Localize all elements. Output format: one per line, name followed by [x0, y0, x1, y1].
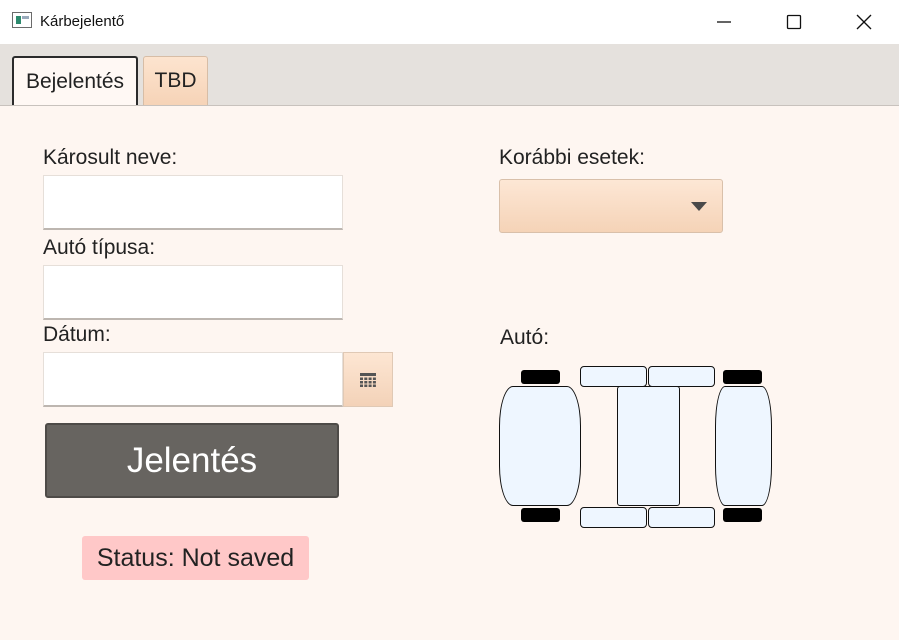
car-part-front[interactable] [499, 386, 581, 506]
chevron-down-icon [691, 202, 707, 211]
car-diagram [496, 360, 776, 532]
car-part-front-left-door[interactable] [580, 366, 647, 387]
tab-bejelentes[interactable]: Bejelentés [12, 56, 138, 105]
rear-right-tire[interactable] [723, 508, 762, 522]
close-button[interactable] [829, 0, 899, 44]
date-input[interactable] [43, 352, 343, 407]
car-part-rear-right-door[interactable] [648, 507, 715, 528]
rear-left-tire[interactable] [723, 370, 762, 384]
close-icon [856, 14, 872, 30]
tab-label: Bejelentés [25, 69, 125, 93]
previous-cases-label: Korábbi esetek: [499, 146, 645, 169]
submit-report-label: Jelentés [126, 440, 258, 480]
minimize-button[interactable] [689, 0, 759, 44]
maximize-button[interactable] [759, 0, 829, 44]
tab-tbd[interactable]: TBD [143, 56, 208, 105]
submit-report-button[interactable]: Jelentés [45, 423, 339, 498]
previous-cases-dropdown[interactable] [499, 179, 723, 233]
tab-label: TBD [154, 69, 197, 92]
car-type-input[interactable] [43, 265, 343, 320]
maximize-icon [786, 14, 802, 30]
name-input[interactable] [43, 175, 343, 230]
car-type-label: Autó típusa: [43, 236, 156, 259]
car-part-hood[interactable] [617, 386, 680, 506]
calendar-icon [360, 372, 376, 387]
minimize-icon [717, 21, 731, 23]
date-picker-button[interactable] [343, 352, 393, 407]
front-right-tire[interactable] [521, 508, 560, 522]
app-window-icon [12, 12, 32, 28]
car-part-front-right-door[interactable] [580, 507, 647, 528]
tab-bar: Bejelentés TBD [0, 44, 899, 106]
title-bar: Kárbejelentő [0, 0, 899, 44]
car-part-rear[interactable] [715, 386, 772, 506]
name-label: Károsult neve: [43, 146, 178, 169]
window-title: Kárbejelentő [40, 13, 125, 30]
status-badge: Status: Not saved [82, 536, 309, 580]
status-text: Status: Not saved [96, 543, 295, 572]
car-diagram-label: Autó: [500, 326, 550, 349]
front-left-tire[interactable] [521, 370, 560, 384]
date-label: Dátum: [43, 323, 111, 346]
car-part-rear-left-door[interactable] [648, 366, 715, 387]
